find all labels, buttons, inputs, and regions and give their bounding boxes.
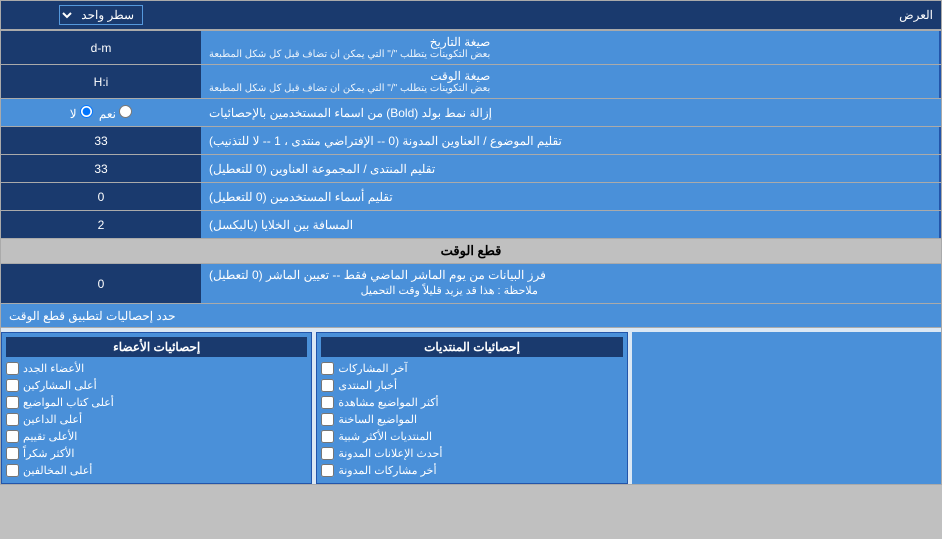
members-stat-item-4: الأعلى تقييم (6, 428, 307, 445)
bold-remove-row: إزالة نمط بولد (Bold) من اسماء المستخدمي… (1, 99, 941, 127)
time-format-input-container: H:i (1, 65, 201, 98)
cutoff-row: فرز البيانات من يوم الماشر الماضي فقط --… (1, 264, 941, 304)
bold-remove-label: إزالة نمط بولد (Bold) من اسماء المستخدمي… (201, 99, 941, 126)
posts-stat-label-3: المواضيع الساخنة (338, 413, 417, 426)
members-stat-check-5[interactable] (6, 447, 19, 460)
header-select-container: سطر واحد سطران ثلاثة أسطر (1, 1, 201, 29)
cutoff-note: ملاحظة : هذا قد يزيد قليلاً وقت التحميل (209, 282, 546, 299)
date-format-label-line1: صيغة التاريخ (209, 35, 490, 49)
cutoff-input[interactable]: 0 (7, 277, 195, 291)
members-stat-label-2: أعلى كتاب المواضيع (23, 396, 114, 409)
posts-stat-check-2[interactable] (321, 396, 334, 409)
members-stat-label-6: أعلى المخالفين (23, 464, 92, 477)
username-trim-input-container: 0 (1, 183, 201, 210)
apply-cutoff-label: حدد إحصاليات لتطبيق قطع الوقت (1, 304, 941, 327)
cutoff-label: فرز البيانات من يوم الماشر الماضي فقط --… (201, 264, 941, 303)
gap-input-container: 2 (1, 211, 201, 238)
gap-input[interactable]: 2 (7, 218, 195, 232)
stats-container: إحصائيات المنتديات آخر المشاركات أخبار ا… (1, 332, 941, 484)
date-format-row: صيغة التاريخ بعض التكوينات يتطلب "/" الت… (1, 31, 941, 65)
posts-stat-label-1: أخبار المنتدى (338, 379, 397, 392)
username-trim-input[interactable]: 0 (7, 190, 195, 204)
time-format-label-line2: بعض التكوينات يتطلب "/" التي يمكن ان تضا… (209, 83, 490, 94)
display-select[interactable]: سطر واحد سطران ثلاثة أسطر (59, 5, 143, 25)
bold-yes-radio[interactable] (119, 105, 132, 118)
members-stat-label-5: الأكثر شكراً (23, 447, 74, 460)
members-stat-item-0: الأعضاء الجدد (6, 360, 307, 377)
posts-stat-label-5: أحدث الإعلانات المدونة (338, 447, 442, 460)
members-stat-check-6[interactable] (6, 464, 19, 477)
members-stats-header: إحصائيات الأعضاء (6, 337, 307, 357)
apply-col (632, 332, 941, 484)
posts-stat-check-1[interactable] (321, 379, 334, 392)
posts-stats-header: إحصائيات المنتديات (321, 337, 622, 357)
cutoff-label-line1: فرز البيانات من يوم الماشر الماضي فقط --… (209, 268, 546, 282)
header-label: العرض (201, 4, 941, 26)
members-stats-column: إحصائيات الأعضاء الأعضاء الجدد أعلى المش… (1, 332, 312, 484)
posts-stat-item-0: آخر المشاركات (321, 360, 622, 377)
posts-stat-item-1: أخبار المنتدى (321, 377, 622, 394)
bold-no-radio[interactable] (80, 105, 93, 118)
date-format-label-line2: بعض التكوينات يتطلب "/" التي يمكن ان تضا… (209, 49, 490, 60)
bold-yes-label: نعم (99, 105, 132, 121)
posts-stat-check-4[interactable] (321, 430, 334, 443)
topic-title-row: تقليم الموضوع / العناوين المدونة (0 -- ا… (1, 127, 941, 155)
posts-stat-check-6[interactable] (321, 464, 334, 477)
date-format-input-container: d-m (1, 31, 201, 64)
cutoff-section-header: قطع الوقت (1, 239, 941, 264)
forum-group-row: تقليم المنتدى / المجموعة العناوين (0 للت… (1, 155, 941, 183)
date-format-input[interactable]: d-m (7, 41, 195, 55)
members-stat-item-3: أعلى الداعين (6, 411, 307, 428)
posts-stat-item-6: أخر مشاركات المدونة (321, 462, 622, 479)
gap-label: المسافة بين الخلايا (بالبكسل) (201, 211, 941, 238)
username-trim-row: تقليم أسماء المستخدمين (0 للتعطيل) 0 (1, 183, 941, 211)
posts-stat-item-3: المواضيع الساخنة (321, 411, 622, 428)
topic-title-input-container: 33 (1, 127, 201, 154)
members-stat-check-1[interactable] (6, 379, 19, 392)
topic-title-label: تقليم الموضوع / العناوين المدونة (0 -- ا… (201, 127, 941, 154)
apply-label-row: حدد إحصاليات لتطبيق قطع الوقت (1, 304, 941, 328)
header-row: العرض سطر واحد سطران ثلاثة أسطر (1, 1, 941, 31)
members-stat-label-1: أعلى المشاركين (23, 379, 97, 392)
posts-stat-item-4: المنتديات الأكثر شبية (321, 428, 622, 445)
members-stat-item-6: أعلى المخالفين (6, 462, 307, 479)
username-trim-label: تقليم أسماء المستخدمين (0 للتعطيل) (201, 183, 941, 210)
posts-stats-column: إحصائيات المنتديات آخر المشاركات أخبار ا… (316, 332, 627, 484)
gap-row: المسافة بين الخلايا (بالبكسل) 2 (1, 211, 941, 239)
topic-title-input[interactable]: 33 (7, 134, 195, 148)
forum-group-label: تقليم المنتدى / المجموعة العناوين (0 للت… (201, 155, 941, 182)
date-format-label: صيغة التاريخ بعض التكوينات يتطلب "/" الت… (201, 31, 941, 64)
time-format-input[interactable]: H:i (7, 75, 195, 89)
posts-stat-check-5[interactable] (321, 447, 334, 460)
posts-stat-label-0: آخر المشاركات (338, 362, 407, 375)
posts-stat-item-5: أحدث الإعلانات المدونة (321, 445, 622, 462)
posts-stat-check-3[interactable] (321, 413, 334, 426)
main-container: العرض سطر واحد سطران ثلاثة أسطر صيغة الت… (0, 0, 942, 485)
time-format-label: صيغة الوقت بعض التكوينات يتطلب "/" التي … (201, 65, 941, 98)
posts-stat-item-2: أكثر المواضيع مشاهدة (321, 394, 622, 411)
time-format-label-line1: صيغة الوقت (209, 69, 490, 83)
posts-stat-check-0[interactable] (321, 362, 334, 375)
bold-remove-radio-container: نعم لا (1, 99, 201, 126)
members-stat-item-2: أعلى كتاب المواضيع (6, 394, 307, 411)
members-stat-label-4: الأعلى تقييم (23, 430, 77, 443)
members-stat-check-4[interactable] (6, 430, 19, 443)
members-stat-check-0[interactable] (6, 362, 19, 375)
members-stat-check-2[interactable] (6, 396, 19, 409)
cutoff-input-container: 0 (1, 264, 201, 303)
bold-no-label: لا (70, 105, 93, 121)
members-stat-label-3: أعلى الداعين (23, 413, 82, 426)
time-format-row: صيغة الوقت بعض التكوينات يتطلب "/" التي … (1, 65, 941, 99)
posts-stat-label-6: أخر مشاركات المدونة (338, 464, 436, 477)
forum-group-input[interactable]: 33 (7, 162, 195, 176)
posts-stat-label-4: المنتديات الأكثر شبية (338, 430, 432, 443)
members-stat-item-5: الأكثر شكراً (6, 445, 307, 462)
members-stat-check-3[interactable] (6, 413, 19, 426)
members-stat-label-0: الأعضاء الجدد (23, 362, 84, 375)
members-stat-item-1: أعلى المشاركين (6, 377, 307, 394)
forum-group-input-container: 33 (1, 155, 201, 182)
posts-stat-label-2: أكثر المواضيع مشاهدة (338, 396, 438, 409)
